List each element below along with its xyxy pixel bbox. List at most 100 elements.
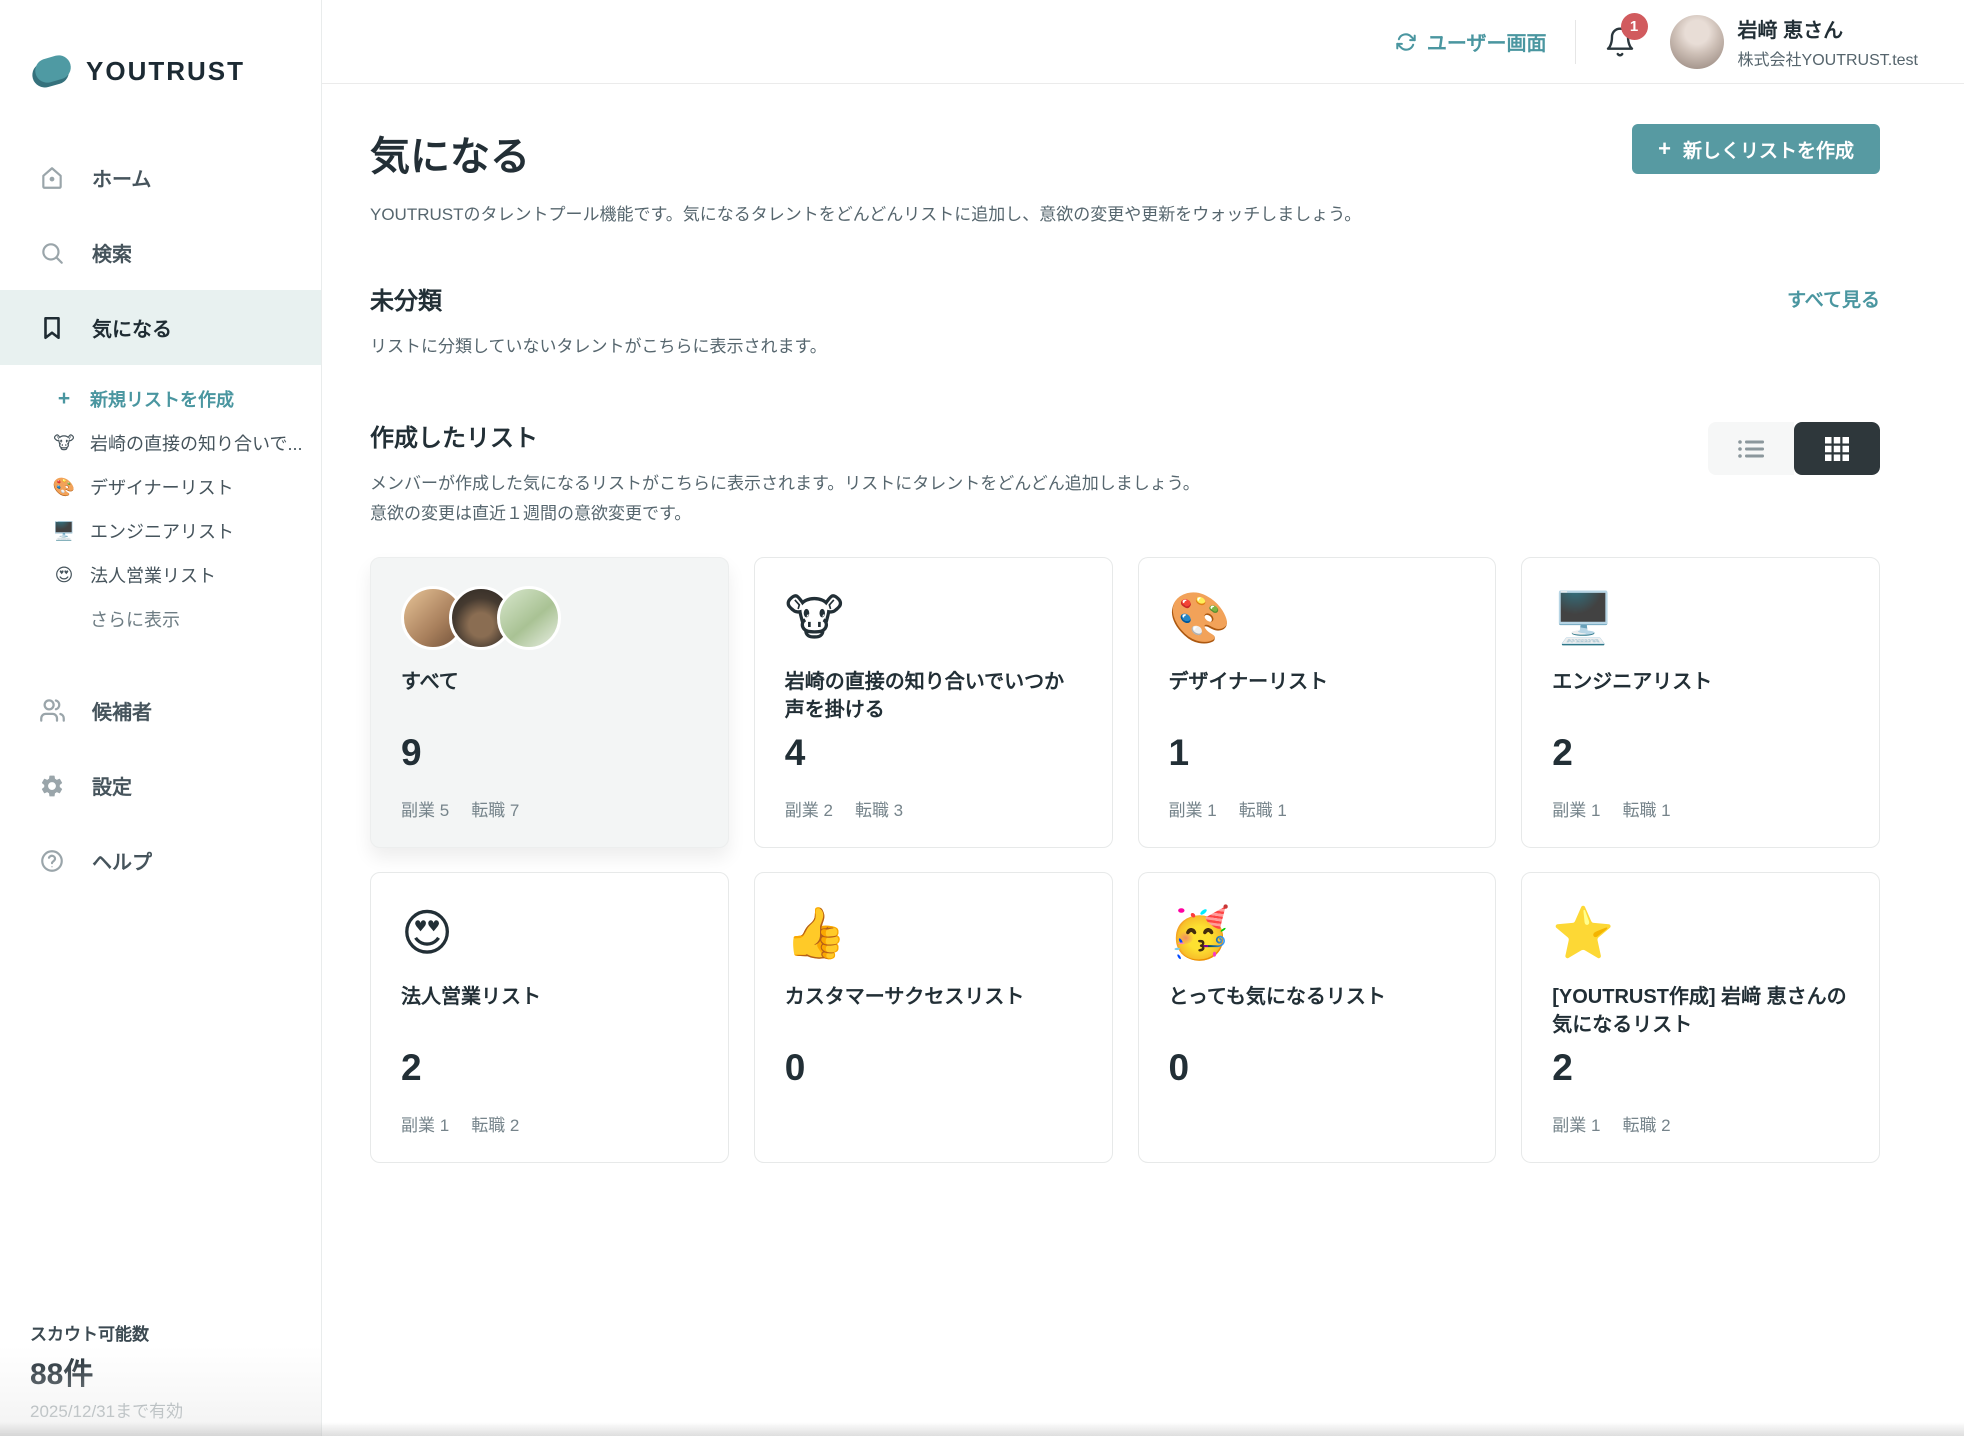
sidebar-item-help[interactable]: ヘルプ <box>0 823 321 898</box>
career-change-count: 転職 1 <box>1622 796 1670 816</box>
member-avatars <box>401 586 698 650</box>
unclassified-description: リストに分類していないタレントがこちらに表示されます。 <box>370 332 1880 362</box>
card-title: カスタマーサクセスリスト <box>785 983 1082 1039</box>
scout-label: スカウト可能数 <box>30 1320 183 1345</box>
palette-emoji-icon: 🎨 <box>1169 586 1466 650</box>
unclassified-section: 未分類 すべて見る リストに分類していないタレントがこちらに表示されます。 <box>370 281 1880 362</box>
user-name: 岩﨑 恵さん <box>1738 14 1918 43</box>
created-lists-description-line2: 意欲の変更は直近１週間の意欲変更です。 <box>370 504 691 523</box>
list-card[interactable]: 👍 カスタマーサクセスリスト 0 <box>754 872 1113 1163</box>
sidebar-list-item[interactable]: 🖥️ エンジニアリスト <box>0 509 321 553</box>
sidebar-item-label: 候補者 <box>92 696 152 725</box>
plus-icon: + <box>1658 136 1671 162</box>
card-count: 1 <box>1169 732 1466 774</box>
sidebar-item-label: ヘルプ <box>92 846 152 875</box>
main-area: ユーザー画面 1 岩﨑 恵さん 株式会社YOUTRUST.test 気に <box>322 0 1964 1436</box>
scout-info: スカウト可能数 88件 2025/12/31まで有効 <box>30 1320 183 1422</box>
brand-logo[interactable]: YOUTRUST <box>0 0 321 92</box>
list-card[interactable]: 🎨 デザイナーリスト 1 副業 1 転職 1 <box>1138 557 1497 848</box>
monitor-emoji-icon: 🖥️ <box>52 521 76 542</box>
topbar-divider <box>1575 20 1576 64</box>
page-header: 気になる YOUTRUSTのタレントプール機能です。気になるタレントをどんどんリ… <box>370 124 1880 225</box>
sidebar-list-item[interactable]: 🐮 岩崎の直接の知り合いで... <box>0 421 321 465</box>
user-company: 株式会社YOUTRUST.test <box>1738 46 1918 70</box>
create-list-button[interactable]: + 新しくリストを作成 <box>1632 124 1880 174</box>
thumbs-up-emoji-icon: 👍 <box>785 901 1082 965</box>
help-icon <box>38 847 66 875</box>
user-screen-link[interactable]: ユーザー画面 <box>1395 27 1547 56</box>
list-label: 法人営業リスト <box>90 562 216 588</box>
list-card[interactable]: 🖥️ エンジニアリスト 2 副業 1 転職 1 <box>1521 557 1880 848</box>
page-content: 気になる YOUTRUSTのタレントプール機能です。気になるタレントをどんどんリ… <box>322 84 1964 1436</box>
list-view-button[interactable] <box>1708 422 1794 475</box>
sidebar-show-more[interactable]: さらに表示 <box>0 597 321 641</box>
list-view-icon <box>1736 437 1766 461</box>
party-face-emoji-icon: 🥳 <box>1169 901 1466 965</box>
sidebar-item-label: ホーム <box>92 163 151 192</box>
sidebar: YOUTRUST ホーム 検索 <box>0 0 322 1436</box>
card-title: すべて <box>401 668 698 724</box>
card-title: エンジニアリスト <box>1552 668 1849 724</box>
list-card-all[interactable]: すべて 9 副業 5 転職 7 <box>370 557 729 848</box>
grid-view-icon <box>1824 436 1850 462</box>
sidebar-item-home[interactable]: ホーム <box>0 140 321 215</box>
list-label: 岩崎の直接の知り合いで... <box>90 430 302 456</box>
side-job-count: 副業 1 <box>1552 1111 1600 1131</box>
side-job-count: 副業 1 <box>1552 796 1600 816</box>
plus-icon: + <box>52 387 76 411</box>
avatar <box>497 586 561 650</box>
sidebar-item-kininaru[interactable]: 気になる <box>0 290 321 365</box>
card-count: 0 <box>785 1047 1082 1089</box>
side-job-count: 副業 5 <box>401 796 449 816</box>
list-card[interactable]: 🐮 岩崎の直接の知り合いでいつか声を掛ける 4 副業 2 転職 3 <box>754 557 1113 848</box>
palette-emoji-icon: 🎨 <box>52 477 76 498</box>
user-screen-label: ユーザー画面 <box>1427 27 1547 56</box>
app-window: YOUTRUST ホーム 検索 <box>0 0 1964 1436</box>
monitor-emoji-icon: 🖥️ <box>1552 586 1849 650</box>
card-count: 4 <box>785 732 1082 774</box>
page-title: 気になる <box>370 124 1361 182</box>
user-menu[interactable]: 岩﨑 恵さん 株式会社YOUTRUST.test <box>1670 14 1918 70</box>
heart-eyes-emoji-icon: 😍 <box>52 565 76 586</box>
view-toggle <box>1708 422 1880 475</box>
sidebar-item-search[interactable]: 検索 <box>0 215 321 290</box>
created-lists-description: メンバーが作成した気になるリストがこちらに表示されます。リストにタレントをどんど… <box>370 469 1200 529</box>
cow-emoji-icon: 🐮 <box>785 586 1082 650</box>
sidebar-item-candidates[interactable]: 候補者 <box>0 673 321 748</box>
sync-icon <box>1395 31 1417 53</box>
card-count: 2 <box>1552 732 1849 774</box>
user-avatar <box>1670 15 1724 69</box>
list-label: エンジニアリスト <box>90 518 234 544</box>
sidebar-nav: ホーム 検索 気になる + <box>0 140 321 898</box>
sidebar-sublist: + 新規リストを作成 🐮 岩崎の直接の知り合いで... 🎨 デザイナーリスト 🖥… <box>0 365 321 647</box>
card-title: とっても気になるリスト <box>1169 983 1466 1039</box>
sidebar-list-item[interactable]: 😍 法人営業リスト <box>0 553 321 597</box>
scout-count: 88件 <box>30 1349 183 1393</box>
home-icon <box>38 164 66 192</box>
sidebar-item-settings[interactable]: 設定 <box>0 748 321 823</box>
side-job-count: 副業 1 <box>401 1111 449 1131</box>
card-count: 0 <box>1169 1047 1466 1089</box>
list-card[interactable]: 🥳 とっても気になるリスト 0 <box>1138 872 1497 1163</box>
career-change-count: 転職 7 <box>471 796 519 816</box>
heart-eyes-emoji-icon: 😍 <box>401 901 698 965</box>
lists-grid: すべて 9 副業 5 転職 7 🐮 岩崎の直接の知り合いでいつか声を掛ける 4 … <box>370 557 1880 1163</box>
grid-view-button[interactable] <box>1794 422 1880 475</box>
list-label: デザイナーリスト <box>90 474 234 500</box>
sidebar-list-item[interactable]: 🎨 デザイナーリスト <box>0 465 321 509</box>
created-lists-description-line1: メンバーが作成した気になるリストがこちらに表示されます。リストにタレントをどんど… <box>370 474 1200 493</box>
list-card[interactable]: ⭐ [YOUTRUST作成] 岩﨑 恵さんの気になるリスト 2 副業 1 転職 … <box>1521 872 1880 1163</box>
career-change-count: 転職 1 <box>1239 796 1287 816</box>
card-title: 法人営業リスト <box>401 983 698 1039</box>
gear-icon <box>38 772 66 800</box>
card-title: [YOUTRUST作成] 岩﨑 恵さんの気になるリスト <box>1552 983 1849 1039</box>
users-icon <box>38 697 66 725</box>
see-all-link[interactable]: すべて見る <box>1787 285 1880 312</box>
sidebar-create-list[interactable]: + 新規リストを作成 <box>0 377 321 421</box>
side-job-count: 副業 1 <box>1169 796 1217 816</box>
sidebar-item-label: 設定 <box>92 771 132 800</box>
sidebar-item-label: 気になる <box>92 313 172 342</box>
list-card[interactable]: 😍 法人営業リスト 2 副業 1 転職 2 <box>370 872 729 1163</box>
notifications-button[interactable]: 1 <box>1604 25 1636 59</box>
unclassified-title: 未分類 <box>370 281 442 316</box>
